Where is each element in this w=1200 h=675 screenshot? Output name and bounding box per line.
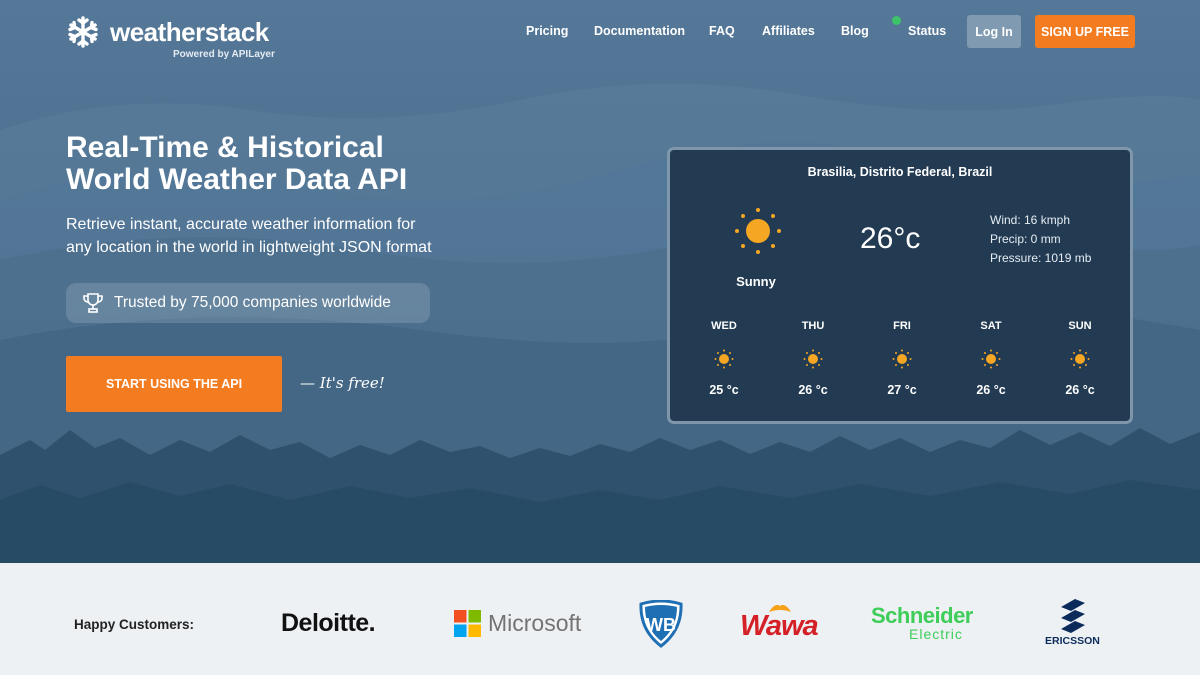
sun-icon (735, 208, 781, 254)
forecast-day: SAT 26 °c (951, 320, 1031, 397)
forecast-temp: 25 °c (709, 383, 739, 397)
trophy-icon (83, 293, 103, 313)
microsoft-logo: Microsoft (454, 610, 581, 637)
hero-section: weatherstack Powered by APILayer Pricing… (0, 0, 1200, 563)
deloitte-logo: Deloitte. (281, 609, 376, 638)
page-title: Real-Time & Historical World Weather Dat… (66, 132, 626, 196)
forecast-day-name: THU (801, 320, 825, 332)
wawa-logo: Wawa (740, 600, 822, 644)
trusted-text: Trusted by 75,000 companies worldwide (114, 294, 391, 311)
wawa-logo-text: Wawa (740, 610, 819, 642)
forecast-day-name: WED (711, 320, 737, 332)
nav-pricing[interactable]: Pricing (526, 24, 568, 38)
microsoft-logo-text: Microsoft (488, 610, 582, 636)
widget-pressure: Pressure: 1019 mb (990, 251, 1092, 265)
forecast-day-name: FRI (893, 320, 911, 332)
widget-location: Brasilia, Distrito Federal, Brazil (807, 165, 993, 179)
widget-condition: Sunny (736, 274, 776, 289)
sun-icon (714, 349, 734, 369)
weather-widget: Brasilia, Distrito Federal, Brazil Sunny… (667, 147, 1133, 424)
trusted-badge: Trusted by 75,000 companies worldwide (66, 283, 430, 323)
nav-affiliates[interactable]: Affiliates (762, 24, 815, 38)
snowflake-icon (68, 16, 98, 48)
warner-bros-logo-text: WB (646, 615, 676, 635)
subtitle-line-1: Retrieve instant, accurate weather infor… (66, 216, 416, 233)
brand-logo[interactable]: weatherstack (66, 15, 269, 49)
title-line-2: World Weather Data API (66, 163, 408, 196)
status-indicator-icon (892, 16, 901, 25)
customers-section: Happy Customers: Deloitte. Microsoft WB … (0, 563, 1200, 675)
subtitle-line-2: any location in the world in lightweight… (66, 239, 432, 256)
forecast-day-name: SUN (1068, 320, 1092, 332)
forecast-day: WED 25 °c (684, 320, 764, 397)
forecast-day: SUN 26 °c (1040, 320, 1120, 397)
microsoft-windows-icon (454, 610, 481, 637)
start-api-button[interactable]: START USING THE API (66, 356, 282, 412)
sun-icon (1070, 349, 1090, 369)
forecast-temp: 27 °c (887, 383, 917, 397)
ericsson-logo: ERICSSON (1045, 599, 1103, 647)
nav-documentation[interactable]: Documentation (594, 24, 685, 38)
hero-subtitle: Retrieve instant, accurate weather infor… (66, 213, 536, 259)
warner-bros-shield-icon: WB (639, 600, 683, 648)
sun-icon (892, 349, 912, 369)
ericsson-mark-icon (1061, 599, 1085, 633)
free-note: — It's free! (300, 374, 385, 392)
nav-blog[interactable]: Blog (841, 24, 869, 38)
login-button[interactable]: Log In (967, 15, 1021, 48)
forecast-temp: 26 °c (976, 383, 1006, 397)
schneider-electric-logo: Schneider Electric (871, 603, 991, 643)
customers-label: Happy Customers: (74, 617, 195, 632)
ericsson-logo-text: ERICSSON (1045, 635, 1100, 647)
signup-button[interactable]: SIGN UP FREE (1035, 15, 1135, 48)
nav-faq[interactable]: FAQ (709, 24, 735, 38)
widget-precip: Precip: 0 mm (990, 232, 1061, 246)
forecast-temp: 26 °c (1065, 383, 1095, 397)
nav-status[interactable]: Status (908, 24, 946, 38)
brand-name: weatherstack (110, 16, 269, 47)
title-line-1: Real-Time & Historical (66, 131, 384, 164)
widget-wind: Wind: 16 kmph (990, 213, 1071, 227)
sun-icon (803, 349, 823, 369)
forecast-day: FRI 27 °c (862, 320, 942, 397)
forecast-temp: 26 °c (798, 383, 828, 397)
deloitte-logo-text: Deloitte. (281, 609, 376, 637)
forecast-day: THU 26 °c (773, 320, 853, 397)
schneider-logo-text: Schneider (871, 603, 973, 628)
powered-by-label: Powered by APILayer (173, 49, 275, 60)
forecast-day-name: SAT (980, 320, 1002, 332)
widget-temperature: 26°c (860, 222, 921, 255)
sun-icon (981, 349, 1001, 369)
